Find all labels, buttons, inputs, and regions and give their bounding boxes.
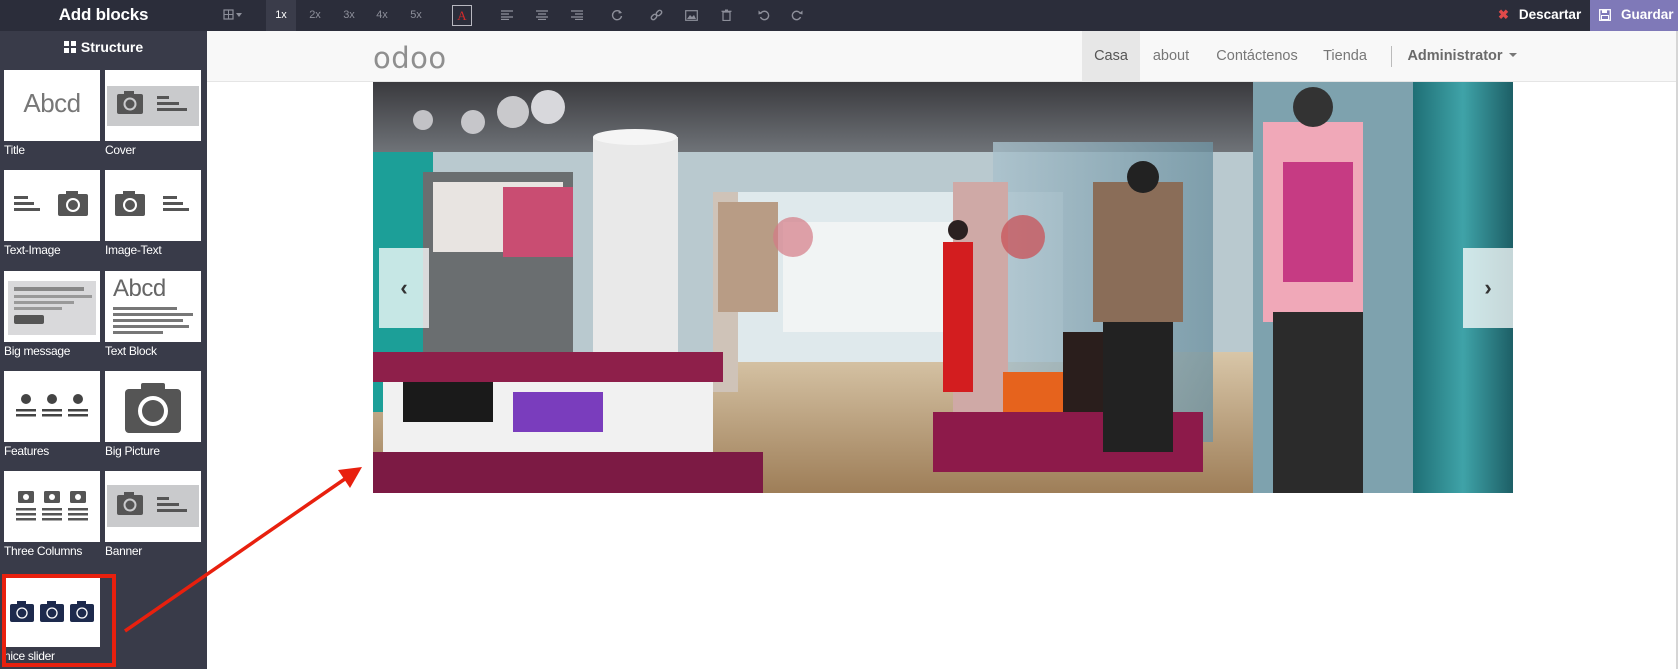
nav-item-tienda[interactable]: Tienda xyxy=(1311,31,1379,82)
block-thumbnail xyxy=(4,271,100,342)
undo-icon[interactable] xyxy=(754,0,774,31)
link-icon[interactable] xyxy=(646,0,666,31)
grid-dropdown-icon[interactable] xyxy=(218,0,248,31)
block-cover[interactable]: Cover xyxy=(105,70,201,157)
store-interior-image xyxy=(373,82,1513,493)
block-banner[interactable]: Banner xyxy=(105,471,201,558)
zoom-1x-button[interactable]: 1x xyxy=(266,0,296,31)
refresh-icon[interactable] xyxy=(607,0,627,31)
chevron-left-icon: ‹ xyxy=(400,275,408,300)
block-three-columns[interactable]: Three Columns xyxy=(4,471,100,558)
camera-text-icon xyxy=(107,86,199,126)
block-text-image[interactable]: Text-Image xyxy=(4,170,100,257)
store-image-slider[interactable]: ‹ › xyxy=(373,82,1513,493)
align-right-icon[interactable] xyxy=(567,0,587,31)
block-thumbnail: Abcd xyxy=(105,271,201,342)
redo-icon[interactable] xyxy=(787,0,807,31)
camera-text-icon xyxy=(115,191,189,216)
block-text-block[interactable]: Abcd Text Block xyxy=(105,271,201,358)
font-color-icon[interactable]: A xyxy=(451,0,473,31)
block-big-picture[interactable]: Big Picture xyxy=(105,371,201,458)
block-thumbnail xyxy=(105,70,201,141)
discard-button[interactable]: ✖ Descartar xyxy=(1486,0,1590,31)
block-thumbnail xyxy=(4,471,100,542)
svg-text:A: A xyxy=(457,8,467,23)
block-thumbnail xyxy=(105,371,201,442)
website-navbar: odoo Casa about Contáctenos Tienda Admin… xyxy=(207,31,1678,82)
three-columns-icon xyxy=(16,491,88,521)
nav-item-about[interactable]: about xyxy=(1141,31,1201,82)
align-left-icon[interactable] xyxy=(497,0,517,31)
editor-toolbar: Add blocks 1x 2x 3x 4x 5x A ✖ Descartar G… xyxy=(0,0,1678,31)
block-thumbnail xyxy=(4,371,100,442)
zoom-5x-button[interactable]: 5x xyxy=(401,0,431,31)
block-image-text[interactable]: Image-Text xyxy=(105,170,201,257)
features-icon xyxy=(16,394,88,417)
camera-icon xyxy=(125,383,181,433)
text-lines-icon xyxy=(113,307,193,334)
zoom-2x-button[interactable]: 2x xyxy=(300,0,330,31)
camera-text-icon xyxy=(107,485,199,527)
structure-heading[interactable]: Structure xyxy=(0,39,207,55)
odoo-logo[interactable]: odoo xyxy=(373,41,447,75)
grid-icon xyxy=(63,41,76,53)
nav-item-casa[interactable]: Casa xyxy=(1082,31,1140,82)
zoom-4x-button[interactable]: 4x xyxy=(367,0,397,31)
block-title[interactable]: Abcd Title xyxy=(4,70,100,157)
block-features[interactable]: Features xyxy=(4,371,100,458)
zoom-3x-button[interactable]: 3x xyxy=(334,0,364,31)
slider-next-button[interactable]: › xyxy=(1463,248,1513,328)
nav-item-contactenos[interactable]: Contáctenos xyxy=(1209,31,1305,82)
block-thumbnail xyxy=(4,170,100,241)
save-button[interactable]: Guardar xyxy=(1590,0,1678,31)
block-big-message[interactable]: Big message xyxy=(4,271,100,358)
website-preview: odoo Casa about Contáctenos Tienda Admin… xyxy=(207,31,1678,669)
block-thumbnail: Abcd xyxy=(4,70,100,141)
close-icon: ✖ xyxy=(1498,7,1509,22)
nav-divider xyxy=(1391,46,1392,67)
add-blocks-title: Add blocks xyxy=(58,5,149,24)
caret-down-icon xyxy=(1508,53,1517,57)
nice-slider-highlight-box xyxy=(2,574,116,667)
message-icon xyxy=(8,281,96,335)
abcd-thumb-text: Abcd xyxy=(23,88,81,118)
floppy-disk-icon xyxy=(1599,9,1611,21)
chevron-right-icon: › xyxy=(1484,275,1492,300)
slider-prev-button[interactable]: ‹ xyxy=(379,248,429,328)
user-menu[interactable]: Administrator xyxy=(1399,31,1525,82)
block-thumbnail xyxy=(105,471,201,542)
image-icon[interactable] xyxy=(681,0,701,31)
trash-icon[interactable] xyxy=(716,0,736,31)
align-center-icon[interactable] xyxy=(532,0,552,31)
block-thumbnail xyxy=(105,170,201,241)
text-camera-icon xyxy=(14,191,88,216)
